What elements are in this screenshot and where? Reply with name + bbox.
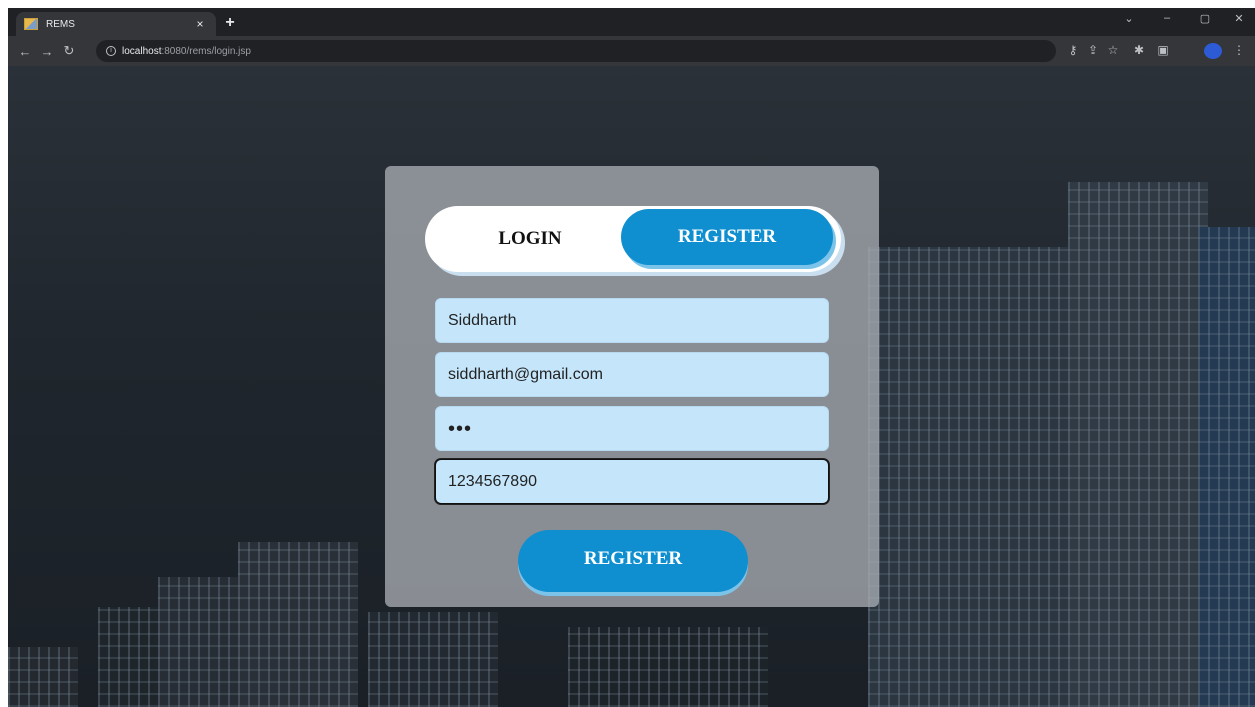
tab-register[interactable]: REGISTER	[621, 209, 833, 265]
tab-login[interactable]: LOGIN	[455, 206, 605, 272]
url-path: :8080/rems/login.jsp	[161, 45, 251, 57]
tab-close-icon[interactable]: ×	[192, 17, 208, 31]
bookmark-star-icon[interactable]: ☆	[1104, 43, 1122, 57]
login-register-toggle: LOGIN REGISTER	[425, 206, 841, 272]
maximize-button[interactable]: ▢	[1194, 12, 1216, 25]
background-building	[8, 647, 78, 707]
url-host: localhost	[122, 45, 162, 57]
background-building	[238, 542, 358, 707]
register-submit-button[interactable]: REGISTER	[518, 530, 748, 592]
background-building	[158, 577, 238, 707]
browser-window: REMS × + ⌄ – ▢ ✕ ← → ↻ i localhost :8080…	[8, 8, 1255, 707]
key-icon[interactable]: ⚷	[1064, 43, 1082, 57]
favicon-icon	[24, 18, 38, 30]
password-mask: •••	[448, 417, 473, 440]
minimize-button[interactable]: –	[1156, 12, 1178, 24]
browser-tab[interactable]: REMS ×	[16, 12, 216, 36]
reload-icon[interactable]: ↻	[58, 43, 80, 59]
forward-icon[interactable]: →	[36, 44, 58, 59]
background-building	[368, 612, 498, 707]
new-tab-button[interactable]: +	[222, 14, 238, 32]
background-building	[98, 607, 158, 707]
info-icon[interactable]: i	[106, 46, 116, 56]
phone-field[interactable]: 1234567890	[435, 459, 829, 504]
page-viewport: LOGIN REGISTER Siddharth siddharth@gmail…	[8, 66, 1255, 707]
side-panel-icon[interactable]: ▣	[1154, 43, 1172, 57]
email-field[interactable]: siddharth@gmail.com	[435, 352, 829, 397]
browser-toolbar: ← → ↻ i localhost :8080/rems/login.jsp ⚷…	[8, 36, 1255, 66]
register-card: LOGIN REGISTER Siddharth siddharth@gmail…	[385, 166, 879, 607]
tab-search-icon[interactable]: ⌄	[1118, 12, 1140, 25]
address-bar[interactable]: i localhost :8080/rems/login.jsp	[96, 40, 1056, 62]
background-building	[568, 627, 768, 707]
background-building	[868, 247, 1098, 707]
password-field[interactable]: •••	[435, 406, 829, 451]
background-building	[1198, 227, 1255, 707]
name-field[interactable]: Siddharth	[435, 298, 829, 343]
share-icon[interactable]: ⇪	[1084, 43, 1102, 57]
close-window-button[interactable]: ✕	[1228, 12, 1250, 25]
profile-avatar[interactable]	[1204, 43, 1222, 59]
menu-dots-icon[interactable]: ⋮	[1230, 43, 1248, 57]
extensions-icon[interactable]: ✱	[1130, 43, 1148, 57]
tab-title: REMS	[46, 18, 75, 30]
background-building	[1068, 182, 1208, 707]
back-icon[interactable]: ←	[14, 44, 36, 59]
tab-strip: REMS × + ⌄ – ▢ ✕	[8, 8, 1255, 36]
